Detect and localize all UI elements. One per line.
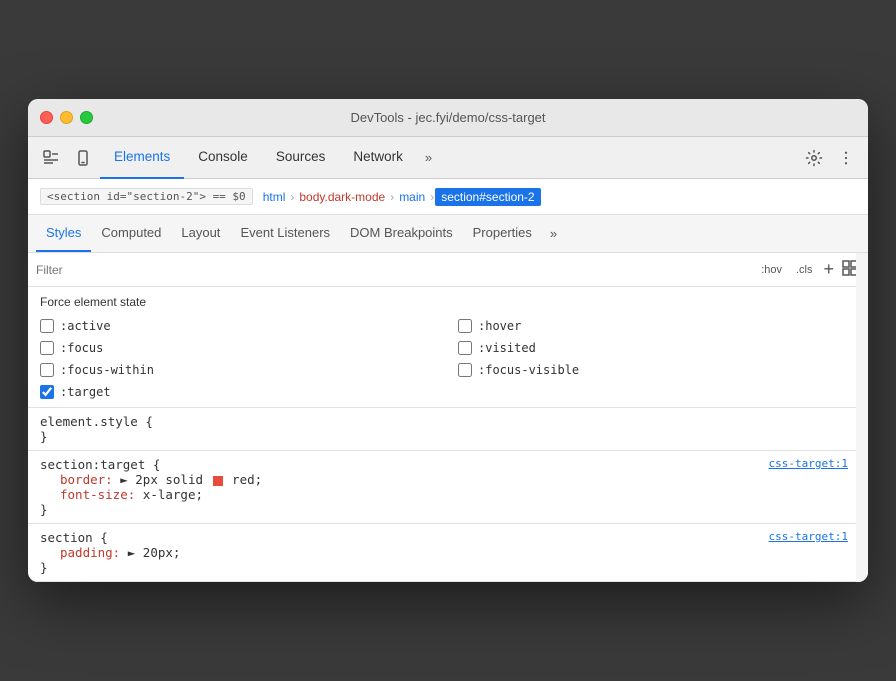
styles-panel: :hov .cls + Force element state :active xyxy=(28,253,868,582)
css-prop-padding: padding: ► 20px; xyxy=(40,545,856,560)
tab-console[interactable]: Console xyxy=(184,137,262,179)
tab-properties[interactable]: Properties xyxy=(463,214,542,252)
hov-button[interactable]: :hov xyxy=(756,261,787,279)
settings-icon[interactable] xyxy=(800,144,828,172)
tab-computed[interactable]: Computed xyxy=(91,214,171,252)
inspector-icon[interactable] xyxy=(36,143,66,173)
devtools-right-icons xyxy=(800,144,860,172)
checkbox-visited[interactable]: :visited xyxy=(458,341,856,355)
close-button[interactable] xyxy=(40,111,53,124)
css-rule-section: css-target:1 section { padding: ► 20px; … xyxy=(28,524,868,582)
checkbox-focus-within[interactable]: :focus-within xyxy=(40,363,438,377)
checkbox-focus-input[interactable] xyxy=(40,341,54,355)
checkbox-hover-input[interactable] xyxy=(458,319,472,333)
checkbox-active-input[interactable] xyxy=(40,319,54,333)
css-rule-selector-2: section:target { xyxy=(40,457,856,472)
tab-styles[interactable]: Styles xyxy=(36,214,91,252)
breadcrumb-html[interactable]: html xyxy=(259,188,290,206)
checkbox-active[interactable]: :active xyxy=(40,319,438,333)
checkbox-target-input[interactable] xyxy=(40,385,54,399)
add-style-icon[interactable]: + xyxy=(821,257,836,282)
inspector-tab-bar: Styles Computed Layout Event Listeners D… xyxy=(28,215,868,253)
filter-input[interactable] xyxy=(36,263,752,277)
breadcrumb-main[interactable]: main xyxy=(395,188,429,206)
maximize-button[interactable] xyxy=(80,111,93,124)
devtools-window: DevTools - jec.fyi/demo/css-target Eleme… xyxy=(28,99,868,582)
css-rule-selector: element.style { xyxy=(40,414,856,429)
css-prop-font-size: font-size: x-large; xyxy=(40,487,856,502)
devtools-tab-bar: Elements Console Sources Network » xyxy=(28,137,868,179)
css-source-link-2[interactable]: css-target:1 xyxy=(769,530,848,543)
tab-elements[interactable]: Elements xyxy=(100,137,184,179)
force-state-title: Force element state xyxy=(40,295,856,309)
mobile-icon[interactable] xyxy=(68,143,98,173)
scrollbar-track[interactable] xyxy=(856,253,868,582)
minimize-button[interactable] xyxy=(60,111,73,124)
tab-sources[interactable]: Sources xyxy=(262,137,340,179)
css-rule-element-style: element.style { } xyxy=(28,408,868,451)
title-bar: DevTools - jec.fyi/demo/css-target xyxy=(28,99,868,137)
traffic-lights xyxy=(40,111,93,124)
checkbox-focus-within-input[interactable] xyxy=(40,363,54,377)
tab-network[interactable]: Network xyxy=(339,137,417,179)
window-title: DevTools - jec.fyi/demo/css-target xyxy=(350,110,545,125)
tabs-more-button[interactable]: » xyxy=(417,137,440,179)
breadcrumb-section[interactable]: section#section-2 xyxy=(435,188,540,206)
css-rule-closing-2: } xyxy=(40,502,856,517)
css-prop-border: border: ► 2px solid red; xyxy=(40,472,856,487)
checkbox-hover[interactable]: :hover xyxy=(458,319,856,333)
checkbox-focus-visible-input[interactable] xyxy=(458,363,472,377)
checkbox-grid: :active :hover :focus :visited :focus-wi… xyxy=(40,319,856,399)
checkbox-focus-visible[interactable]: :focus-visible xyxy=(458,363,856,377)
tab-dom-breakpoints[interactable]: DOM Breakpoints xyxy=(340,214,463,252)
css-rule-section-target: css-target:1 section:target { border: ► … xyxy=(28,451,868,524)
css-rule-selector-3: section { xyxy=(40,530,856,545)
css-rule-closing-3: } xyxy=(40,560,856,575)
force-element-state: Force element state :active :hover :focu… xyxy=(28,287,868,408)
filter-bar: :hov .cls + xyxy=(28,253,868,287)
breadcrumb-body[interactable]: body.dark-mode xyxy=(295,188,389,206)
tab-layout[interactable]: Layout xyxy=(171,214,230,252)
breadcrumb-code-preview: <section id="section-2"> == $0 xyxy=(40,188,253,205)
more-options-icon[interactable] xyxy=(832,144,860,172)
color-swatch[interactable] xyxy=(213,476,223,486)
checkbox-focus[interactable]: :focus xyxy=(40,341,438,355)
tab-event-listeners[interactable]: Event Listeners xyxy=(230,214,340,252)
breadcrumb-bar: <section id="section-2"> == $0 html › bo… xyxy=(28,179,868,215)
inspector-tabs-more[interactable]: » xyxy=(542,214,565,252)
css-rule-closing: } xyxy=(40,429,856,444)
cls-button[interactable]: .cls xyxy=(791,261,818,279)
checkbox-target[interactable]: :target xyxy=(40,385,438,399)
css-source-link-1[interactable]: css-target:1 xyxy=(769,457,848,470)
checkbox-visited-input[interactable] xyxy=(458,341,472,355)
